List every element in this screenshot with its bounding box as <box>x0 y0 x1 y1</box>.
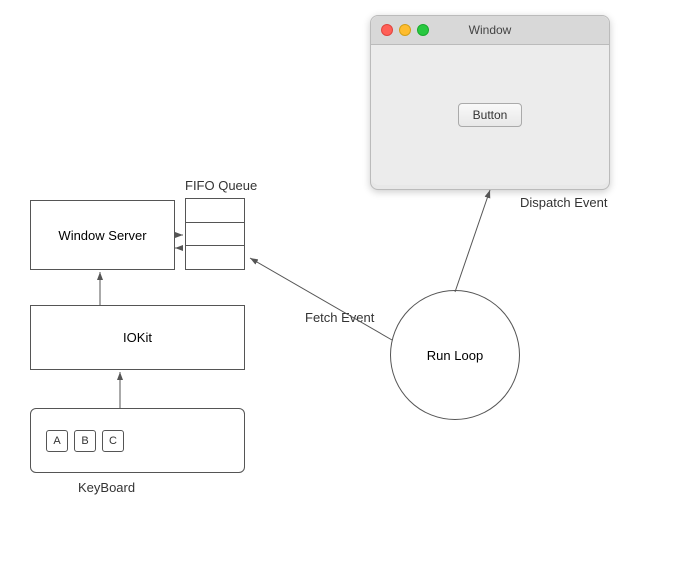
key-c: C <box>102 430 124 452</box>
fifo-row-1 <box>186 199 244 223</box>
key-a: A <box>46 430 68 452</box>
run-loop: Run Loop <box>390 290 520 420</box>
keyboard-label: KeyBoard <box>78 480 135 495</box>
fullscreen-button-dot[interactable] <box>417 24 429 36</box>
dispatch-event-label: Dispatch Event <box>520 195 607 210</box>
fifo-queue-label: FIFO Queue <box>185 178 257 193</box>
diagram: Window Button Window Server FIFO Queue I… <box>0 0 700 563</box>
window-server-box: Window Server <box>30 200 175 270</box>
fetch-event-label: Fetch Event <box>305 310 374 325</box>
close-button-dot[interactable] <box>381 24 393 36</box>
window-server-label: Window Server <box>58 228 146 243</box>
iokit-box: IOKit <box>30 305 245 370</box>
iokit-label: IOKit <box>123 330 152 345</box>
fifo-row-3 <box>186 246 244 269</box>
run-loop-label: Run Loop <box>427 348 483 363</box>
minimize-button-dot[interactable] <box>399 24 411 36</box>
key-b: B <box>74 430 96 452</box>
mac-titlebar: Window <box>371 16 609 45</box>
window-button[interactable]: Button <box>458 103 523 127</box>
fifo-queue <box>185 198 245 270</box>
keyboard-box: A B C <box>30 408 245 473</box>
window-content: Button <box>371 45 609 185</box>
fifo-row-2 <box>186 223 244 247</box>
mac-window: Window Button <box>370 15 610 190</box>
window-title: Window <box>469 23 512 37</box>
